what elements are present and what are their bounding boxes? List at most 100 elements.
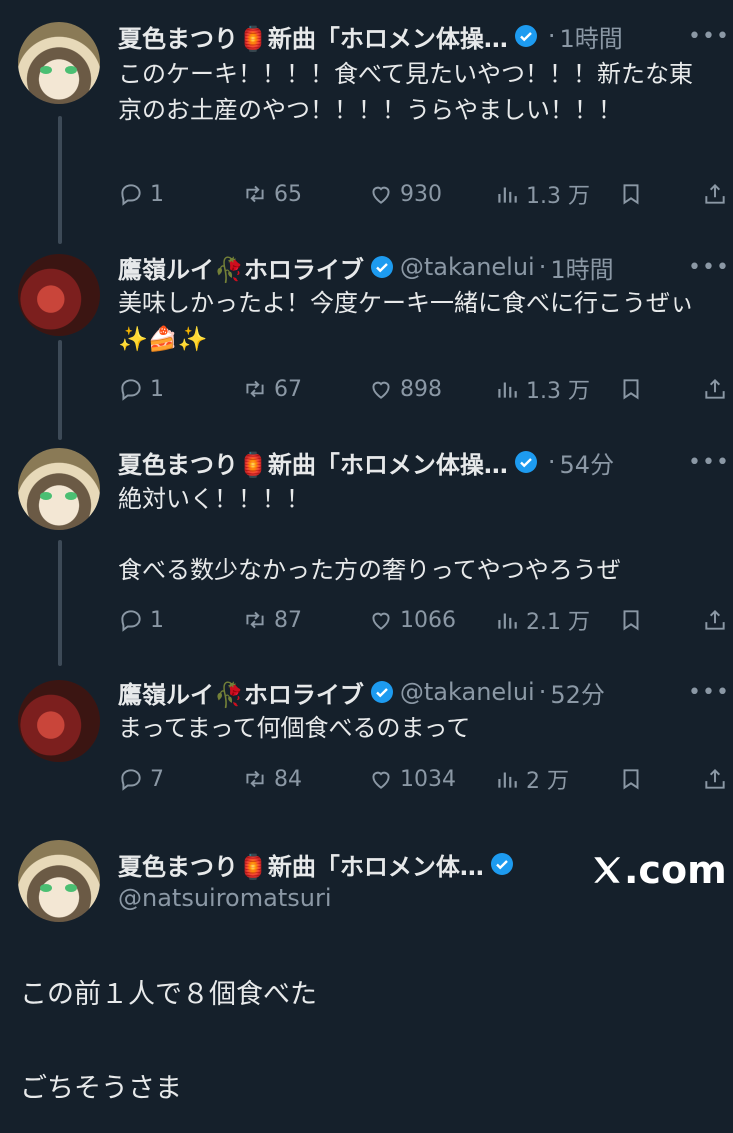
tweet-text: 美味しかったよ！今度ケーキ一緒に食べに行こうぜぃ✨🍰✨ xyxy=(118,289,694,353)
tweet-text-line2: 食べる数少なかった方の奢りってやつやろうぜ xyxy=(118,556,621,584)
bookmark-icon xyxy=(623,769,639,790)
retweet-button[interactable]: 67 xyxy=(242,371,302,407)
reply-icon xyxy=(121,769,141,791)
view-count: 2 万 xyxy=(526,769,569,794)
like-button[interactable]: 898 xyxy=(368,371,442,407)
reply-count: 1 xyxy=(150,181,164,207)
tweet[interactable]: 夏色まつり🏮新曲「ホロメン体操… · 1時間 ••• このケーキ！！！！食べて見… xyxy=(0,0,733,230)
share-button[interactable] xyxy=(702,371,728,407)
bookmark-button[interactable] xyxy=(618,761,644,797)
share-icon xyxy=(705,378,725,399)
action-bar: 1 65 930 1.3 万 xyxy=(118,176,733,212)
display-name[interactable]: 鷹嶺ルイ🥀ホロライブ xyxy=(118,675,364,710)
verified-badge-icon xyxy=(514,450,538,474)
retweet-icon xyxy=(246,611,264,629)
retweet-count: 65 xyxy=(274,181,302,207)
reply-button[interactable]: 1 xyxy=(118,602,164,638)
share-button[interactable] xyxy=(702,602,728,638)
display-name[interactable]: 夏色まつり🏮新曲「ホロメン体操… xyxy=(118,19,508,54)
timestamp[interactable]: 1時間 xyxy=(560,19,623,54)
retweet-button[interactable]: 87 xyxy=(242,602,302,638)
verified-badge-icon xyxy=(370,680,394,704)
tweet-text-line1: この前１人で８個食べた xyxy=(20,979,317,1010)
user-handle[interactable]: @takanelui xyxy=(400,253,535,281)
reply-count: 1 xyxy=(150,607,164,633)
verified-badge-icon xyxy=(370,255,394,279)
more-options-icon[interactable]: ••• xyxy=(688,444,729,480)
timestamp[interactable]: 54分 xyxy=(560,445,615,480)
display-name[interactable]: 鷹嶺ルイ🥀ホロライブ xyxy=(118,250,364,285)
avatar[interactable] xyxy=(18,254,100,336)
share-icon xyxy=(705,183,725,204)
tweet-text-line1: 絶対いく！！！！ xyxy=(118,485,310,513)
heart-icon xyxy=(372,771,390,789)
heart-icon xyxy=(372,381,390,399)
reply-button[interactable]: 1 xyxy=(118,176,164,212)
retweet-button[interactable]: 65 xyxy=(242,176,302,212)
view-count: 1.3 万 xyxy=(526,184,590,209)
verified-badge-icon xyxy=(514,24,538,48)
avatar[interactable] xyxy=(18,448,100,530)
views-button[interactable]: 1.3 万 xyxy=(494,176,590,212)
more-options-icon[interactable]: ••• xyxy=(688,249,729,285)
display-name[interactable]: 夏色まつり🏮新曲「ホロメン体… xyxy=(118,847,484,882)
views-chart-icon xyxy=(498,187,517,203)
tweet-text: このケーキ！！！！食べて見たいやつ！！！新たな東京のお土産のやつ！！！！うらやま… xyxy=(118,60,694,124)
share-icon xyxy=(705,609,725,630)
tweet[interactable]: 鷹嶺ルイ🥀ホロライブ @takanelui · 52分 ••• まってまって何個… xyxy=(0,662,733,812)
bookmark-icon xyxy=(623,610,639,631)
retweet-count: 84 xyxy=(274,766,302,792)
share-icon xyxy=(705,768,725,789)
tweet-text-line2: ごちそうさま xyxy=(20,1073,182,1104)
action-bar: 1 67 898 1.3 万 xyxy=(118,371,733,407)
avatar[interactable] xyxy=(18,840,100,922)
views-button[interactable]: 2 万 xyxy=(494,761,569,797)
view-count: 2.1 万 xyxy=(526,610,590,635)
retweet-icon xyxy=(246,380,264,398)
like-count: 1066 xyxy=(400,607,456,633)
action-bar: 7 84 1034 2 万 xyxy=(118,761,733,797)
like-button[interactable]: 930 xyxy=(368,176,442,212)
views-button[interactable]: 1.3 万 xyxy=(494,371,590,407)
like-button[interactable]: 1066 xyxy=(368,602,456,638)
reply-button[interactable]: 7 xyxy=(118,761,164,797)
bookmark-button[interactable] xyxy=(618,176,644,212)
reply-button[interactable]: 1 xyxy=(118,371,164,407)
timestamp[interactable]: 52分 xyxy=(550,675,605,710)
more-options-icon[interactable]: ••• xyxy=(688,18,729,54)
retweet-count: 67 xyxy=(274,376,302,402)
action-bar: 1 87 1066 2.1 万 xyxy=(118,602,733,638)
like-button[interactable]: 1034 xyxy=(368,761,456,797)
separator-dot: · xyxy=(547,22,556,50)
avatar[interactable] xyxy=(18,22,100,104)
x-logo: .com xyxy=(590,848,727,892)
reply-icon xyxy=(121,379,141,401)
separator-dot: · xyxy=(538,253,547,281)
reply-count: 1 xyxy=(150,376,164,402)
bookmark-button[interactable] xyxy=(618,371,644,407)
bookmark-button[interactable] xyxy=(618,602,644,638)
x-logo-icon xyxy=(594,857,621,883)
like-count: 898 xyxy=(400,376,442,402)
reply-icon xyxy=(121,610,141,632)
more-options-icon[interactable]: ••• xyxy=(688,674,729,710)
tweet[interactable]: 夏色まつり🏮新曲「ホロメン体操… · 54分 ••• 絶対いく！！！！ 食べる数… xyxy=(0,430,733,662)
avatar[interactable] xyxy=(18,680,100,762)
display-name[interactable]: 夏色まつり🏮新曲「ホロメン体操… xyxy=(118,445,508,480)
timestamp[interactable]: 1時間 xyxy=(550,250,613,285)
user-handle[interactable]: @natsuiromatsuri xyxy=(118,884,331,912)
retweet-icon xyxy=(246,770,264,788)
views-button[interactable]: 2.1 万 xyxy=(494,602,590,638)
bookmark-icon xyxy=(623,184,639,205)
tweet[interactable]: 鷹嶺ルイ🥀ホロライブ @takanelui · 1時間 ••• 美味しかったよ！… xyxy=(0,230,733,430)
reply-count: 7 xyxy=(150,766,164,792)
like-count: 930 xyxy=(400,181,442,207)
views-chart-icon xyxy=(498,382,517,398)
view-count: 1.3 万 xyxy=(526,379,590,404)
user-handle[interactable]: @takanelui xyxy=(400,678,535,706)
x-logo-text: .com xyxy=(624,848,727,892)
retweet-button[interactable]: 84 xyxy=(242,761,302,797)
share-button[interactable] xyxy=(702,176,728,212)
share-button[interactable] xyxy=(702,761,728,797)
retweet-icon xyxy=(246,185,264,203)
